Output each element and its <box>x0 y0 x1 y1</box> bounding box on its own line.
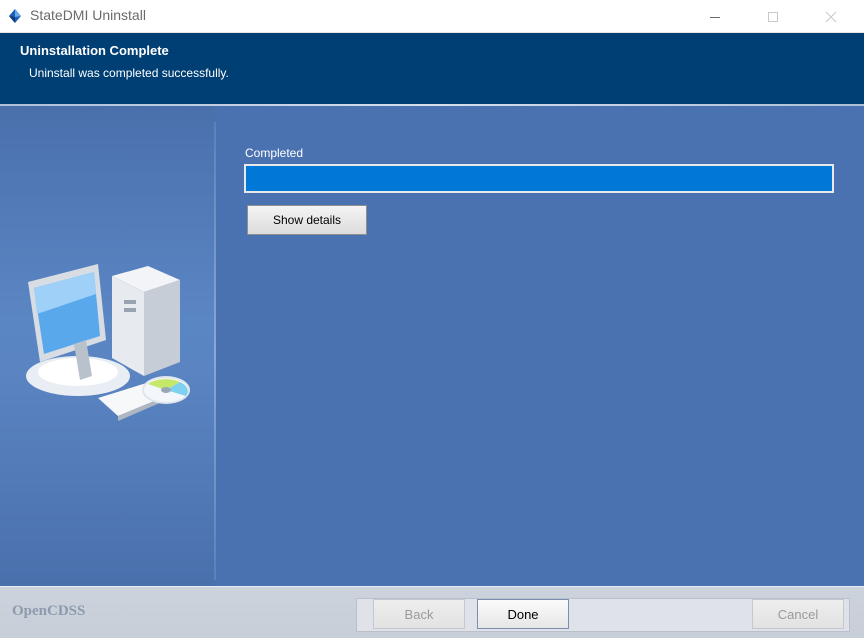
maximize-button[interactable] <box>750 0 796 33</box>
done-button[interactable]: Done <box>477 599 569 629</box>
side-divider <box>214 122 216 580</box>
progress-fill <box>246 166 832 191</box>
maximize-icon <box>768 11 778 22</box>
page-header: Uninstallation Complete Uninstall was co… <box>0 33 864 105</box>
page-title: Uninstallation Complete <box>20 43 169 58</box>
blue-drop-icon <box>9 9 21 23</box>
show-details-button[interactable]: Show details <box>247 205 367 235</box>
status-label: Completed <box>245 146 304 160</box>
brand-label: OpenCDSS <box>12 603 86 619</box>
footer-bar: OpenCDSS Back Done Cancel <box>0 586 864 638</box>
close-icon <box>825 11 837 22</box>
minimize-button[interactable] <box>692 0 738 33</box>
computer-illustration-icon <box>26 264 190 421</box>
minimize-icon <box>710 16 720 18</box>
page-subtitle: Uninstall was completed successfully. <box>29 66 229 80</box>
cancel-button[interactable]: Cancel <box>752 599 844 629</box>
title-bar: StateDMI Uninstall <box>0 0 864 33</box>
installer-window: StateDMI Uninstall Uninstallation Comple… <box>0 0 864 638</box>
back-button[interactable]: Back <box>373 599 465 629</box>
window-title: StateDMI Uninstall <box>30 7 146 23</box>
progress-bar <box>244 164 834 193</box>
close-button[interactable] <box>808 0 854 33</box>
